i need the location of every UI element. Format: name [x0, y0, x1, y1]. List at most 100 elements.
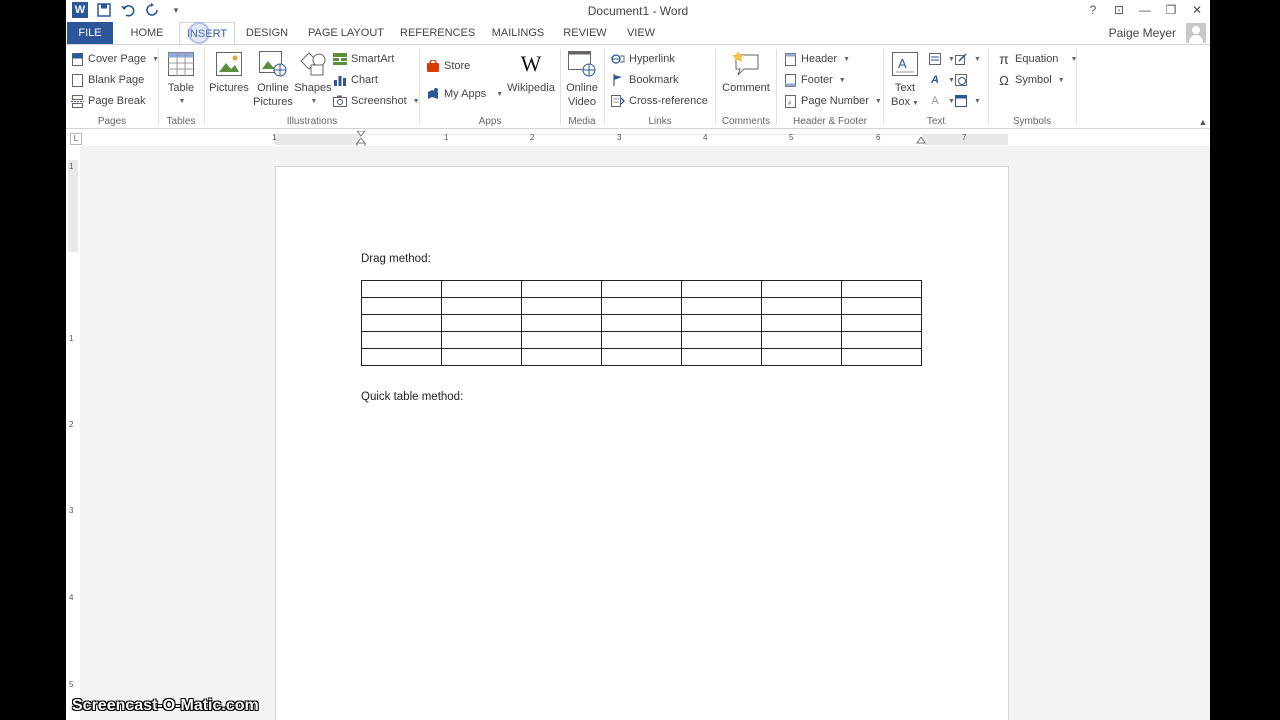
horizontal-ruler[interactable]: 1 1 2 3 4 5 6 7: [272, 131, 1008, 148]
my-apps-button[interactable]: My Apps ▼: [426, 85, 503, 103]
shapes-button[interactable]: Shapes ▼: [294, 49, 332, 109]
ruler-number: 1: [272, 133, 277, 142]
quick-parts-icon: [928, 52, 942, 66]
table-cell[interactable]: [521, 348, 602, 366]
equation-button[interactable]: π Equation ▼: [997, 50, 1077, 68]
paragraph-drag-method[interactable]: Drag method:: [361, 253, 431, 265]
table-cell[interactable]: [361, 297, 442, 315]
tab-file[interactable]: FILE: [67, 22, 113, 44]
document-table[interactable]: [361, 280, 922, 366]
table-cell[interactable]: [601, 297, 682, 315]
restore-button[interactable]: ❐: [1158, 0, 1184, 22]
signature-line-button[interactable]: ▼: [954, 50, 981, 68]
table-cell[interactable]: [361, 331, 442, 349]
symbol-button[interactable]: Ω Symbol ▼: [997, 71, 1064, 89]
right-indent-marker-icon[interactable]: [916, 137, 926, 145]
table-cell[interactable]: [681, 297, 762, 315]
table-cell[interactable]: [441, 331, 522, 349]
table-cell[interactable]: [761, 331, 842, 349]
tab-page-layout[interactable]: PAGE LAYOUT: [304, 22, 388, 44]
table-cell[interactable]: [601, 331, 682, 349]
table-button[interactable]: Table ▼: [165, 49, 197, 109]
table-cell[interactable]: [841, 331, 922, 349]
comment-button[interactable]: Comment: [718, 49, 774, 95]
bookmark-button[interactable]: Bookmark: [611, 71, 679, 89]
collapse-ribbon-button[interactable]: ▲: [1196, 113, 1210, 131]
tab-view[interactable]: VIEW: [622, 22, 660, 44]
footer-button[interactable]: Footer ▼: [783, 71, 846, 89]
table-cell[interactable]: [841, 348, 922, 366]
table-cell[interactable]: [601, 348, 682, 366]
table-cell[interactable]: [761, 314, 842, 332]
group-apps: Store My Apps ▼ W Wikipedia Apps: [420, 45, 560, 129]
chevron-down-icon: ▼: [874, 97, 882, 105]
tab-selector[interactable]: L: [70, 133, 82, 145]
text-box-button[interactable]: A Text Box ▼: [888, 49, 922, 111]
online-video-button[interactable]: Online Video: [563, 49, 601, 109]
document-canvas[interactable]: Drag method: Quick table method:: [80, 146, 1210, 720]
table-cell[interactable]: [441, 297, 522, 315]
group-label-apps: Apps: [478, 116, 502, 127]
table-cell[interactable]: [761, 280, 842, 298]
hyperlink-label: Hyperlink: [629, 53, 675, 65]
page-break-button[interactable]: Page Break: [70, 92, 145, 110]
table-cell[interactable]: [841, 314, 922, 332]
paragraph-quick-table-method[interactable]: Quick table method:: [361, 391, 463, 403]
quick-parts-button[interactable]: ▼: [928, 50, 955, 68]
table-cell[interactable]: [441, 280, 522, 298]
avatar[interactable]: [1186, 23, 1206, 43]
table-cell[interactable]: [681, 280, 762, 298]
table-cell[interactable]: [361, 348, 442, 366]
table-cell[interactable]: [441, 314, 522, 332]
chevron-down-icon: ▼: [310, 98, 318, 105]
group-label-media: Media: [568, 116, 596, 127]
table-cell[interactable]: [841, 297, 922, 315]
chart-button[interactable]: Chart: [333, 71, 378, 89]
help-button[interactable]: ?: [1080, 0, 1106, 22]
table-cell[interactable]: [681, 348, 762, 366]
minimize-button[interactable]: —: [1132, 0, 1158, 22]
hyperlink-button[interactable]: Hyperlink: [611, 50, 675, 68]
cross-reference-button[interactable]: Cross-reference: [611, 92, 708, 110]
blank-page-button[interactable]: Blank Page: [70, 71, 144, 89]
table-cell[interactable]: [761, 348, 842, 366]
vertical-ruler[interactable]: 1 1 2 3 4 5: [68, 160, 78, 720]
table-cell[interactable]: [681, 314, 762, 332]
drop-cap-button[interactable]: A ▼: [928, 92, 955, 110]
window-title: Document1 - Word: [587, 4, 689, 18]
page-number-button[interactable]: # Page Number ▼: [783, 92, 882, 110]
screenshot-button[interactable]: Screenshot ▼: [333, 92, 420, 110]
table-cell[interactable]: [841, 280, 922, 298]
table-cell[interactable]: [521, 314, 602, 332]
table-cell[interactable]: [681, 331, 762, 349]
online-pictures-button[interactable]: Online Pictures: [253, 49, 293, 109]
tab-mailings[interactable]: MAILINGS: [486, 22, 550, 44]
tab-review[interactable]: REVIEW: [562, 22, 608, 44]
document-page[interactable]: Drag method: Quick table method:: [275, 166, 1009, 720]
ribbon-display-options-button[interactable]: ⊡: [1106, 0, 1132, 22]
close-button[interactable]: ✕: [1184, 0, 1210, 22]
user-name[interactable]: Paige Meyer: [1109, 26, 1176, 40]
header-button[interactable]: Header ▼: [783, 50, 850, 68]
cover-page-button[interactable]: Cover Page ▼: [70, 50, 159, 68]
table-cell[interactable]: [601, 280, 682, 298]
store-button[interactable]: Store: [426, 57, 470, 75]
table-cell[interactable]: [761, 297, 842, 315]
table-cell[interactable]: [521, 280, 602, 298]
table-cell[interactable]: [441, 348, 522, 366]
table-cell[interactable]: [361, 314, 442, 332]
table-cell[interactable]: [521, 331, 602, 349]
table-cell[interactable]: [601, 314, 682, 332]
tab-design[interactable]: DESIGN: [244, 22, 290, 44]
wikipedia-button[interactable]: W Wikipedia: [506, 49, 556, 95]
header-icon: [783, 52, 797, 66]
table-cell[interactable]: [361, 280, 442, 298]
tab-references[interactable]: REFERENCES: [400, 22, 475, 44]
pictures-button[interactable]: Pictures: [207, 49, 251, 95]
smartart-button[interactable]: SmartArt: [333, 50, 394, 68]
table-cell[interactable]: [521, 297, 602, 315]
date-time-button[interactable]: [954, 71, 968, 89]
tab-home[interactable]: HOME: [126, 22, 168, 44]
wordart-button[interactable]: A ▼: [928, 71, 955, 89]
object-button[interactable]: ▼: [954, 92, 981, 110]
